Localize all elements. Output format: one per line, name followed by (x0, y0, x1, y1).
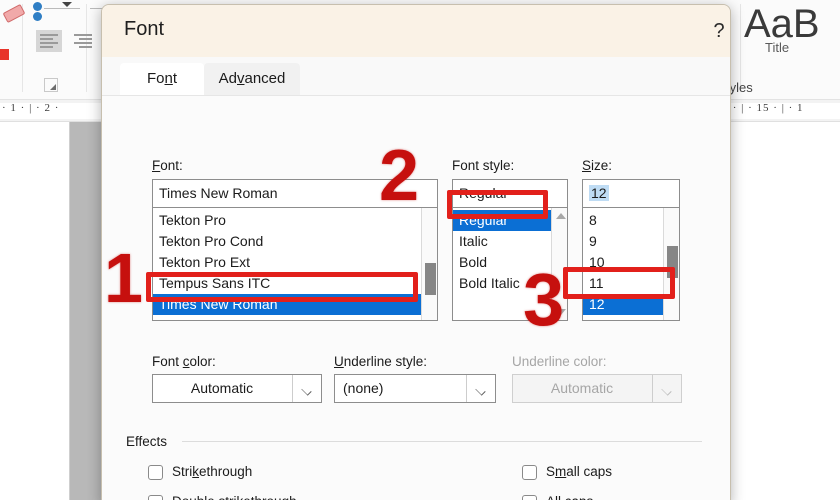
tab-font-label-post: t (172, 70, 178, 87)
underline-style-label-accel: U (334, 354, 344, 369)
underline-style-label: Underline style: (334, 354, 427, 369)
font-style-list-selected-item[interactable]: Regular (453, 210, 551, 231)
font-color-label: Font color: (152, 354, 216, 369)
lbl-pre: Stri (172, 464, 193, 479)
size-list-scrollbar[interactable] (663, 208, 679, 320)
font-color-value: Automatic (190, 380, 254, 396)
size-list-selected-item[interactable]: 12 (583, 294, 663, 315)
size-list-item[interactable]: 9 (583, 231, 663, 252)
font-color-combo[interactable]: Automatic (152, 374, 322, 403)
underline-style-combo[interactable]: (none) (334, 374, 496, 403)
size-list-item[interactable]: 11 (583, 273, 663, 294)
font-style-list[interactable]: Regular Italic Bold Bold Italic (452, 208, 568, 321)
ruler-ticks-left: · 1 · | · 2 · (2, 102, 60, 114)
tab-font[interactable]: Font (120, 63, 204, 95)
effects-group-label: Effects (126, 434, 174, 449)
size-input[interactable]: 12 (582, 179, 680, 208)
font-dialog: Font ? ✕ Font Advanced Font: Times New R… (101, 4, 731, 500)
checkbox-all-caps-label[interactable]: All caps (546, 494, 593, 500)
size-list-scroll-thumb[interactable] (667, 246, 678, 278)
checkbox-double-strikethrough-label[interactable]: Double strikethrough (172, 494, 297, 500)
checkbox-all-caps[interactable] (522, 495, 537, 500)
font-name-input[interactable]: Times New Roman (152, 179, 438, 208)
lbl-pre: Doub (172, 494, 204, 500)
checkbox-small-caps-label[interactable]: Small caps (546, 464, 612, 479)
lbl-post: e strikethrough (207, 494, 296, 500)
font-list-scroll-thumb[interactable] (425, 263, 436, 295)
lbl-post: all caps (566, 464, 613, 479)
lbl-post: ethrough (199, 464, 253, 479)
size-list-item[interactable]: 8 (583, 210, 663, 231)
font-style-list-item[interactable]: Bold (453, 252, 551, 273)
font-style-label: Font style: (452, 158, 515, 173)
dialog-titlebar[interactable]: Font ? ✕ (102, 5, 730, 57)
tab-advanced-label-pre: Ad (218, 70, 237, 87)
font-list-item[interactable]: Tekton Pro (153, 210, 421, 231)
lbl-accel: m (555, 464, 567, 479)
checkbox-small-caps[interactable] (522, 465, 537, 480)
font-list-item[interactable]: Tekton Pro Cond (153, 231, 421, 252)
tab-advanced-label-post: anced (244, 70, 286, 87)
font-style-input[interactable]: Regular (452, 179, 568, 208)
style-preview-name: Title (765, 40, 790, 55)
dialog-title: Font (124, 18, 165, 40)
tab-advanced[interactable]: Advanced (204, 63, 300, 95)
dialog-launcher-icon[interactable] (44, 78, 58, 92)
size-label-post: ize: (591, 158, 613, 173)
underline-color-combo: Automatic (512, 374, 682, 403)
size-label-accel: S (582, 158, 592, 173)
dialog-tabstrip: Font Advanced (102, 57, 730, 95)
font-style-list-item[interactable]: Italic (453, 231, 551, 252)
lbl-accel: k (192, 464, 199, 479)
chevron-down-icon (652, 375, 681, 402)
font-list-item[interactable]: Tempus Sans ITC (153, 273, 421, 294)
scroll-down-icon[interactable] (556, 309, 566, 315)
font-list-item[interactable]: Tekton Pro Ext (153, 252, 421, 273)
document-page-left (0, 122, 70, 500)
font-label-post: ont: (160, 158, 183, 173)
indent-marker-icon[interactable] (33, 12, 42, 21)
underline-style-value: (none) (343, 380, 384, 396)
font-color-label-pre: Font (152, 354, 183, 369)
font-color-label-accel: c (182, 354, 190, 369)
scroll-up-icon[interactable] (556, 213, 566, 219)
lbl-pre: S (546, 464, 556, 479)
align-left-button[interactable] (36, 30, 62, 52)
chevron-down-icon[interactable] (466, 375, 495, 402)
chevron-down-icon[interactable] (292, 375, 321, 402)
font-list-selected-item[interactable]: Times New Roman (153, 294, 421, 315)
size-input-value: 12 (589, 185, 609, 201)
align-right-button[interactable] (70, 30, 96, 52)
checkbox-double-strikethrough[interactable] (148, 495, 163, 500)
indent-marker-icon[interactable] (33, 2, 42, 11)
effects-group-rule (182, 441, 702, 442)
underline-style-label-post: nderline style: (343, 354, 428, 369)
screen: AaB Title tyles · 1 · | · 2 · 14 · | · 1… (0, 0, 840, 500)
font-label: Font: (152, 158, 183, 173)
checkbox-strikethrough[interactable] (148, 465, 163, 480)
help-icon[interactable]: ? (702, 15, 730, 47)
font-list-scrollbar[interactable] (421, 208, 437, 320)
size-list[interactable]: 8 9 10 11 12 (582, 208, 680, 321)
checkbox-strikethrough-label[interactable]: Strikethrough (172, 464, 252, 479)
font-label-accel: F (152, 158, 161, 173)
font-list[interactable]: Tekton Pro Tekton Pro Cond Tekton Pro Ex… (152, 208, 438, 321)
font-panel: Font: Times New Roman Tekton Pro Tekton … (102, 95, 730, 500)
tab-font-label-accel: n (164, 70, 173, 87)
font-style-list-item[interactable]: Bold Italic (453, 273, 551, 294)
dialog-body: Font Advanced Font: Times New Roman Tekt… (102, 57, 730, 500)
font-color-label-post: olor: (189, 354, 216, 369)
font-style-scrollbar[interactable] (551, 208, 567, 320)
chevron-down-icon[interactable] (62, 2, 72, 7)
underline-color-value: Automatic (550, 380, 614, 396)
size-label: Size: (582, 158, 612, 173)
lbl-accel: A (546, 494, 555, 500)
size-list-item[interactable]: 10 (583, 252, 663, 273)
underline-color-label: Underline color: (512, 354, 607, 369)
text-highlight-color-icon[interactable] (0, 49, 9, 60)
lbl-post: ll caps (555, 494, 593, 500)
tab-font-label-pre: Fo (146, 70, 165, 87)
document-page-right (728, 122, 840, 500)
